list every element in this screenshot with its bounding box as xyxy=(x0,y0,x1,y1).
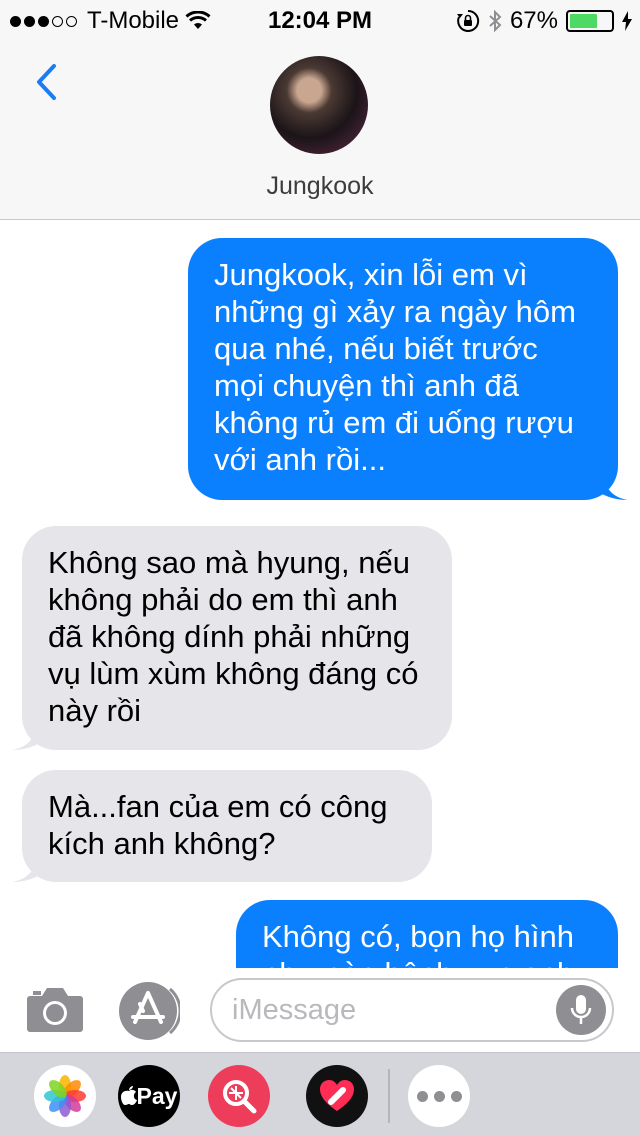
message-text: Không có, bọn họ hình như còn bênh vực a… xyxy=(262,919,574,968)
message-bubble-incoming[interactable]: Mà...fan của em có công kích anh không? xyxy=(12,770,432,882)
message-text: Jungkook, xin lỗi em vì những gì xảy ra … xyxy=(214,257,576,477)
bubble-tail xyxy=(602,474,628,500)
contact-name[interactable]: Jungkook xyxy=(0,172,640,201)
microphone-button[interactable] xyxy=(556,985,606,1035)
apple-pay-app-button[interactable]: Pay xyxy=(118,1065,180,1127)
bluetooth-icon xyxy=(489,9,502,33)
message-bubble-outgoing[interactable]: Jungkook, xin lỗi em vì những gì xảy ra … xyxy=(188,238,628,500)
charging-bolt-icon xyxy=(622,11,632,31)
battery-icon xyxy=(566,10,614,32)
message-bubble-incoming[interactable]: Không sao mà hyung, nếu không phải do em… xyxy=(12,526,452,750)
bubble-tail xyxy=(12,724,38,750)
battery-fill xyxy=(570,14,597,28)
rotation-lock-icon xyxy=(456,9,480,32)
photos-app-button[interactable] xyxy=(34,1065,96,1127)
apple-pay-label: Pay xyxy=(136,1082,178,1109)
input-bar xyxy=(0,968,640,1052)
camera-icon[interactable] xyxy=(26,984,84,1034)
chevron-left-icon xyxy=(37,64,56,100)
message-text: Mà...fan của em có công kích anh không? xyxy=(48,789,388,861)
battery-percent: 67% xyxy=(509,7,558,34)
more-apps-icon xyxy=(416,1090,462,1102)
apple-pay-icon xyxy=(120,1086,137,1105)
contact-avatar[interactable] xyxy=(270,56,368,154)
conversation-header: Jungkook xyxy=(0,40,640,220)
status-right: 67% xyxy=(456,7,632,35)
message-field[interactable] xyxy=(210,978,614,1042)
message-bubble-outgoing[interactable]: Không có, bọn họ hình như còn bênh vực a… xyxy=(236,900,618,968)
photos-icon xyxy=(44,1075,86,1117)
digital-touch-icon xyxy=(320,1080,354,1111)
message-list[interactable]: Jungkook, xin lỗi em vì những gì xảy ra … xyxy=(0,220,640,968)
image-search-app-button[interactable] xyxy=(208,1065,270,1127)
drawer-divider xyxy=(388,1069,390,1123)
more-apps-button[interactable] xyxy=(408,1065,470,1127)
app-store-icon[interactable] xyxy=(118,980,180,1042)
message-text: Không sao mà hyung, nếu không phải do em… xyxy=(48,545,419,728)
bubble-tail xyxy=(12,856,38,882)
message-input[interactable] xyxy=(232,990,552,1030)
image-search-icon xyxy=(223,1080,257,1114)
status-bar: T-Mobile 12:04 PM 67% xyxy=(0,0,640,40)
back-button[interactable] xyxy=(26,60,66,104)
digital-touch-app-button[interactable] xyxy=(306,1065,368,1127)
microphone-icon xyxy=(570,995,592,1024)
app-drawer: Pay xyxy=(0,1052,640,1136)
